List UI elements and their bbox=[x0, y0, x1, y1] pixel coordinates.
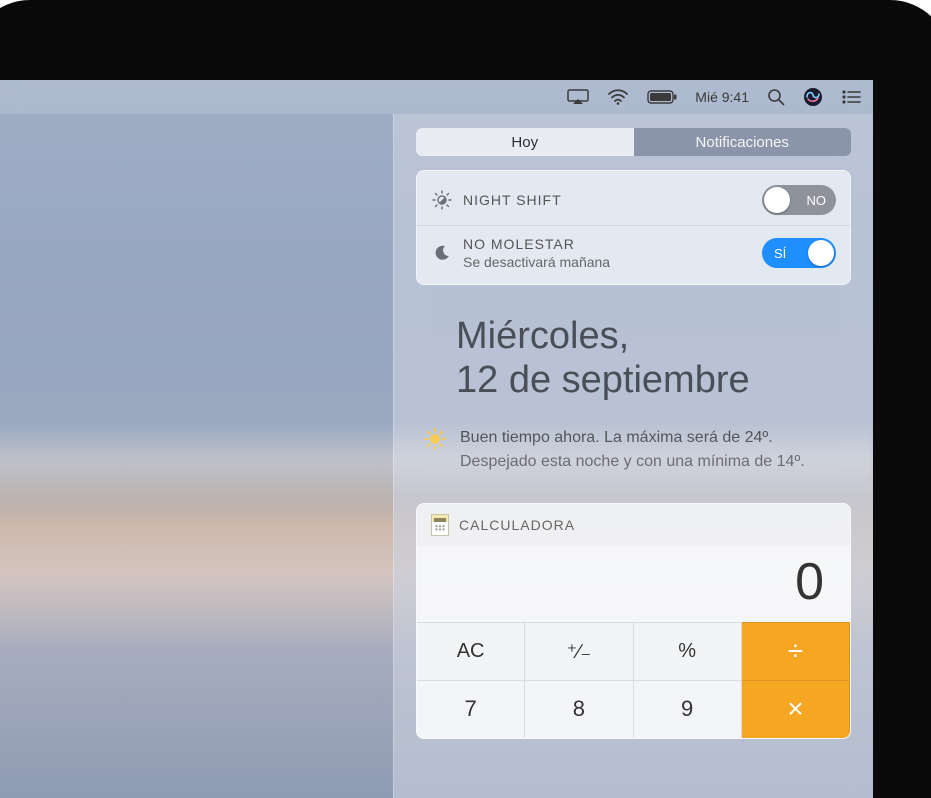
calc-multiply-button[interactable]: × bbox=[742, 680, 850, 738]
date-line1: Miércoles, bbox=[456, 315, 851, 359]
calc-9-button[interactable]: 9 bbox=[634, 680, 742, 738]
calc-percent-button[interactable]: % bbox=[634, 622, 742, 680]
night-shift-state: NO bbox=[807, 193, 827, 208]
device-bezel: Mié 9:41 Hoy bbox=[0, 0, 931, 798]
weather-line1: Buen tiempo ahora. La máxima será de 24º… bbox=[460, 426, 805, 449]
calc-ac-button[interactable]: AC bbox=[417, 622, 525, 680]
notification-center: Hoy Notificaciones NIGHT SHIFT NO bbox=[393, 114, 873, 798]
tab-notifications[interactable]: Notificaciones bbox=[634, 128, 852, 156]
calc-sign-button[interactable]: ⁺∕₋ bbox=[525, 622, 633, 680]
calculator-title: CALCULADORA bbox=[459, 517, 575, 533]
calc-7-button[interactable]: 7 bbox=[417, 680, 525, 738]
calculator-widget: CALCULADORA 0 AC ⁺∕₋ % ÷ 7 8 9 × bbox=[416, 503, 851, 739]
calculator-header: CALCULADORA bbox=[417, 504, 850, 546]
calculator-keypad: AC ⁺∕₋ % ÷ 7 8 9 × bbox=[417, 622, 850, 738]
airplay-icon[interactable] bbox=[567, 80, 589, 114]
weather-summary[interactable]: Buen tiempo ahora. La máxima será de 24º… bbox=[424, 426, 843, 472]
dnd-row: NO MOLESTAR Se desactivará mañana SÍ bbox=[417, 225, 850, 280]
weather-line2: Despejado esta noche y con una mínima de… bbox=[460, 450, 805, 473]
dnd-toggle[interactable]: SÍ bbox=[762, 238, 836, 268]
notification-center-icon[interactable] bbox=[841, 80, 861, 114]
moon-icon bbox=[431, 244, 453, 262]
sun-icon bbox=[424, 428, 446, 457]
night-shift-icon bbox=[431, 190, 453, 210]
today-date: Miércoles, 12 de septiembre bbox=[456, 315, 851, 402]
date-line2: 12 de septiembre bbox=[456, 359, 851, 403]
quick-toggles-card: NIGHT SHIFT NO NO MOLESTAR S bbox=[416, 170, 851, 285]
siri-icon[interactable] bbox=[803, 80, 823, 114]
calc-8-button[interactable]: 8 bbox=[525, 680, 633, 738]
calculator-display: 0 bbox=[417, 546, 850, 622]
menubar-clock[interactable]: Mié 9:41 bbox=[695, 80, 749, 114]
dnd-state: SÍ bbox=[774, 246, 786, 261]
night-shift-toggle[interactable]: NO bbox=[762, 185, 836, 215]
menubar: Mié 9:41 bbox=[0, 80, 873, 114]
spotlight-icon[interactable] bbox=[767, 80, 785, 114]
desktop: Mié 9:41 Hoy bbox=[0, 80, 873, 798]
nc-tabs: Hoy Notificaciones bbox=[416, 128, 851, 156]
dnd-label: NO MOLESTAR bbox=[463, 236, 752, 252]
wifi-icon[interactable] bbox=[607, 80, 629, 114]
night-shift-row: NIGHT SHIFT NO bbox=[417, 175, 850, 225]
battery-icon[interactable] bbox=[647, 80, 677, 114]
calculator-icon bbox=[431, 514, 449, 536]
dnd-subtitle: Se desactivará mañana bbox=[463, 254, 752, 270]
calc-divide-button[interactable]: ÷ bbox=[742, 622, 850, 680]
tab-today[interactable]: Hoy bbox=[416, 128, 634, 156]
night-shift-label: NIGHT SHIFT bbox=[463, 192, 752, 208]
